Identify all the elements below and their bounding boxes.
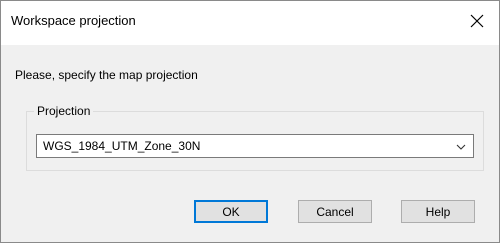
help-button[interactable]: Help xyxy=(401,200,475,223)
title-bar: Workspace projection xyxy=(1,1,499,45)
projection-select-value: WGS_1984_UTM_Zone_30N xyxy=(43,139,201,153)
chevron-down-icon xyxy=(456,144,466,150)
close-icon xyxy=(470,14,484,28)
projection-group-label: Projection xyxy=(34,104,94,118)
ok-button[interactable]: OK xyxy=(194,200,268,223)
workspace-projection-dialog: Workspace projection Please, specify the… xyxy=(0,0,500,243)
prompt-text: Please, specify the map projection xyxy=(15,68,198,82)
dialog-title: Workspace projection xyxy=(11,13,136,28)
cancel-button[interactable]: Cancel xyxy=(298,200,372,223)
close-button[interactable] xyxy=(463,7,491,35)
projection-select[interactable]: WGS_1984_UTM_Zone_30N xyxy=(36,134,474,158)
